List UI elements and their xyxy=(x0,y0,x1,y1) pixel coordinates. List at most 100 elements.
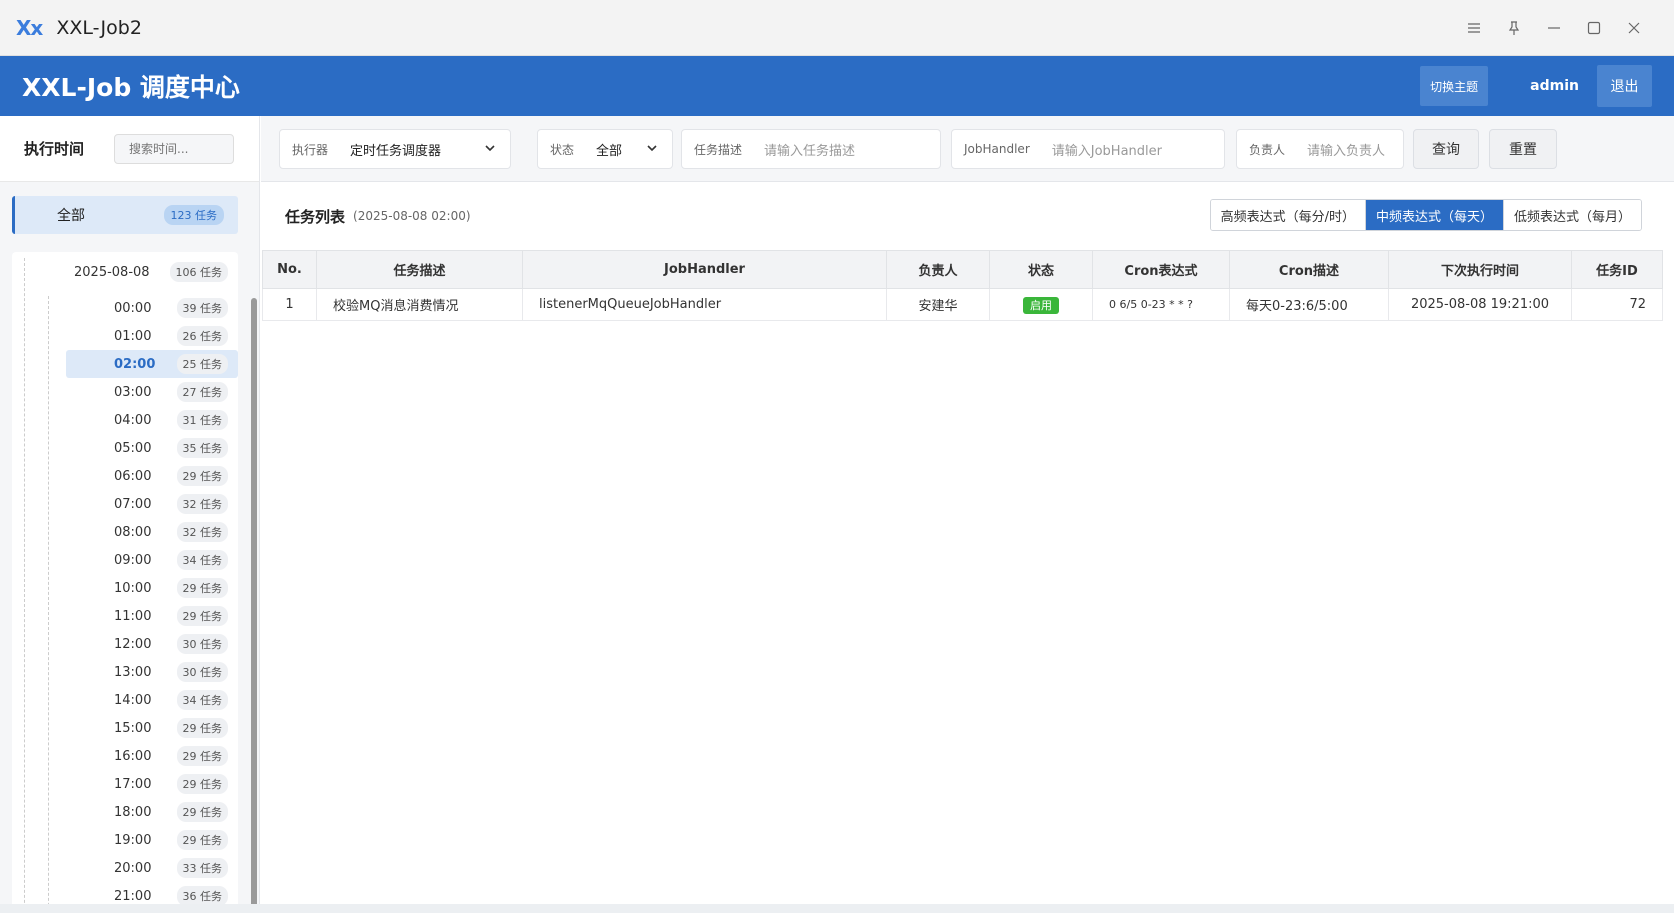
table-row[interactable]: 1 校验MQ消息消费情况 listenerMqQueueJobHandler 安… xyxy=(262,288,1663,321)
col-header-cron-desc[interactable]: Cron描述 xyxy=(1229,250,1389,289)
minimize-icon[interactable] xyxy=(1534,8,1574,48)
col-header-desc[interactable]: 任务描述 xyxy=(316,250,523,289)
task-count-badge: 29 任务 xyxy=(176,802,228,822)
sidebar-item-hour[interactable]: 05:00 35 任务 xyxy=(66,434,238,462)
sidebar-item-date[interactable]: 2025-08-08 106 任务 xyxy=(12,258,238,286)
sidebar-item-hour[interactable]: 01:00 26 任务 xyxy=(66,322,238,350)
freq-mid-button[interactable]: 中频表达式（每天） xyxy=(1365,200,1504,230)
owner-input[interactable]: 请输入负责人 xyxy=(1307,140,1385,159)
col-header-status[interactable]: 状态 xyxy=(989,250,1093,289)
task-count-badge: 33 任务 xyxy=(176,858,228,878)
owner-field[interactable]: 负责人 请输入负责人 xyxy=(1236,129,1404,169)
sidebar-item-hour[interactable]: 09:00 34 任务 xyxy=(66,546,238,574)
sidebar-item-hour[interactable]: 19:00 29 任务 xyxy=(66,826,238,854)
cell-next-time: 2025-08-08 19:21:00 xyxy=(1388,288,1572,321)
sidebar-item-label: 全部 xyxy=(57,208,85,224)
task-count-badge: 39 任务 xyxy=(176,298,228,318)
col-header-id[interactable]: 任务ID xyxy=(1571,250,1663,289)
logout-button[interactable]: 退出 xyxy=(1597,65,1652,107)
col-header-next-time[interactable]: 下次执行时间 xyxy=(1388,250,1572,289)
hour-label: 00:00 xyxy=(114,300,152,316)
task-list-header: 任务列表 (2025-08-08 02:00) 高频表达式（每分/时） 中频表达… xyxy=(261,182,1674,250)
sidebar-item-hour[interactable]: 08:00 32 任务 xyxy=(66,518,238,546)
cell-cron: 0 6/5 0-23 * * ? xyxy=(1092,288,1230,321)
freq-low-button[interactable]: 低频表达式（每月） xyxy=(1503,200,1641,230)
sidebar-item-hour[interactable]: 04:00 31 任务 xyxy=(66,406,238,434)
sidebar-item-hour[interactable]: 21:00 36 任务 xyxy=(66,882,238,904)
filter-label: 执行器 xyxy=(292,142,329,157)
close-icon[interactable] xyxy=(1614,8,1654,48)
sidebar-item-hour[interactable]: 16:00 29 任务 xyxy=(66,742,238,770)
sidebar-item-hour[interactable]: 13:00 30 任务 xyxy=(66,658,238,686)
main-content: 执行器 定时任务调度器 状态 全部 任务描述 请输入任务描述 JobHandle… xyxy=(261,116,1674,904)
task-count-badge: 29 任务 xyxy=(176,606,228,626)
status-select[interactable]: 状态 全部 xyxy=(537,129,673,169)
sidebar-header: 执行时间 xyxy=(0,116,259,182)
pin-icon[interactable] xyxy=(1494,8,1534,48)
cell-id: 72 xyxy=(1571,288,1663,321)
executor-select[interactable]: 执行器 定时任务调度器 xyxy=(279,129,511,169)
user-name: admin xyxy=(1530,78,1579,94)
task-count-badge: 25 任务 xyxy=(176,354,228,374)
cell-desc: 校验MQ消息消费情况 xyxy=(316,288,523,321)
page-title: XXL-Job 调度中心 xyxy=(22,73,240,102)
task-count-badge: 29 任务 xyxy=(176,830,228,850)
sidebar-scrollbar[interactable] xyxy=(251,298,257,904)
menu-icon[interactable] xyxy=(1454,8,1494,48)
sidebar-title: 执行时间 xyxy=(24,140,85,158)
sidebar-item-hour[interactable]: 00:00 39 任务 xyxy=(66,294,238,322)
task-count-badge: 29 任务 xyxy=(176,718,228,738)
hour-label: 01:00 xyxy=(114,328,152,344)
task-count-badge: 34 任务 xyxy=(176,690,228,710)
time-sidebar: 执行时间 全部 123 任务 2025-08-08 106 任务 00:00 39… xyxy=(0,116,260,904)
status-value: 全部 xyxy=(596,143,623,159)
table-header-row: No. 任务描述 JobHandler 负责人 状态 Cron表达式 Cron描… xyxy=(262,250,1663,289)
sidebar-item-hour[interactable]: 07:00 32 任务 xyxy=(66,490,238,518)
col-header-no[interactable]: No. xyxy=(262,250,317,289)
window-controls xyxy=(1454,0,1654,56)
query-button[interactable]: 查询 xyxy=(1413,129,1479,169)
freq-high-button[interactable]: 高频表达式（每分/时） xyxy=(1210,200,1366,230)
time-search-input[interactable] xyxy=(114,133,235,164)
hour-label: 21:00 xyxy=(114,888,152,904)
sidebar-item-hour[interactable]: 02:00 25 任务 xyxy=(66,350,238,378)
task-count-badge: 36 任务 xyxy=(176,886,228,904)
task-desc-input[interactable]: 请输入任务描述 xyxy=(764,140,855,159)
col-header-handler[interactable]: JobHandler xyxy=(522,250,887,289)
col-header-cron[interactable]: Cron表达式 xyxy=(1092,250,1230,289)
hour-label: 03:00 xyxy=(114,384,152,400)
maximize-icon[interactable] xyxy=(1574,8,1614,48)
col-header-owner[interactable]: 负责人 xyxy=(886,250,990,289)
filter-label: 状态 xyxy=(550,142,575,157)
sidebar-item-all[interactable]: 全部 123 任务 xyxy=(12,196,238,234)
sidebar-item-hour[interactable]: 03:00 27 任务 xyxy=(66,378,238,406)
sidebar-item-hour[interactable]: 06:00 29 任务 xyxy=(66,462,238,490)
filter-label: 负责人 xyxy=(1249,142,1286,157)
hour-label: 08:00 xyxy=(114,524,152,540)
sidebar-item-hour[interactable]: 14:00 34 任务 xyxy=(66,686,238,714)
jobhandler-field[interactable]: JobHandler 请输入JobHandler xyxy=(951,129,1225,169)
executor-value: 定时任务调度器 xyxy=(350,143,442,159)
hour-label: 06:00 xyxy=(114,468,152,484)
tree-connector xyxy=(24,258,25,904)
jobhandler-input[interactable]: 请输入JobHandler xyxy=(1052,140,1162,159)
hour-label: 07:00 xyxy=(114,496,152,512)
sidebar-item-hour[interactable]: 12:00 30 任务 xyxy=(66,630,238,658)
sidebar-item-hour[interactable]: 11:00 29 任务 xyxy=(66,602,238,630)
task-count-badge: 29 任务 xyxy=(176,578,228,598)
task-count-badge: 27 任务 xyxy=(176,382,228,402)
task-desc-field[interactable]: 任务描述 请输入任务描述 xyxy=(681,129,941,169)
reset-button[interactable]: 重置 xyxy=(1489,129,1557,169)
sidebar-item-hour[interactable]: 18:00 29 任务 xyxy=(66,798,238,826)
chevron-down-icon xyxy=(484,142,496,157)
task-count-badge: 29 任务 xyxy=(176,466,228,486)
switch-theme-button[interactable]: 切换主题 xyxy=(1420,66,1489,106)
sidebar-item-hour[interactable]: 17:00 29 任务 xyxy=(66,770,238,798)
task-count-badge: 35 任务 xyxy=(176,438,228,458)
sidebar-item-hour[interactable]: 20:00 33 任务 xyxy=(66,854,238,882)
sidebar-item-hour[interactable]: 10:00 29 任务 xyxy=(66,574,238,602)
hour-label: 02:00 xyxy=(114,356,156,372)
horizontal-scrollbar[interactable] xyxy=(0,904,1674,913)
task-count-badge: 31 任务 xyxy=(176,410,228,430)
sidebar-item-hour[interactable]: 15:00 29 任务 xyxy=(66,714,238,742)
